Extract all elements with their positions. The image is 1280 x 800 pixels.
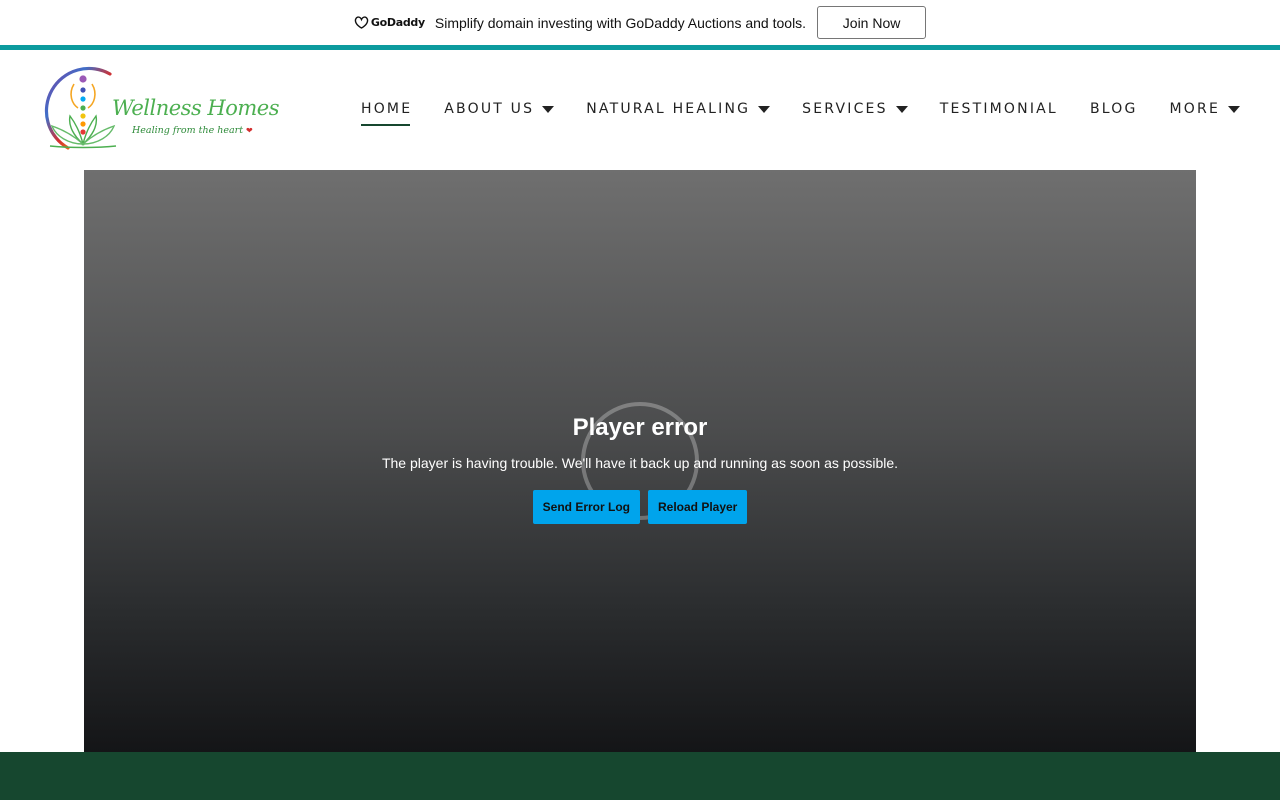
player-error-actions: Send Error Log Reload Player xyxy=(84,490,1196,524)
nav-item-label: MORE xyxy=(1169,101,1220,117)
caret-down-icon xyxy=(895,105,908,113)
logo-tagline-text: Healing from the heart xyxy=(132,125,244,136)
nav-item-label: HOME xyxy=(360,101,413,117)
main-nav: HOME ABOUT US NATURAL HEALING SERVICES T… xyxy=(360,97,1240,126)
nav-item-blog[interactable]: BLOG xyxy=(1090,101,1138,117)
promo-banner: GoDaddy Simplify domain investing with G… xyxy=(0,0,1280,45)
player-error-title: Player error xyxy=(572,414,708,441)
nav-item-natural-healing[interactable]: NATURAL HEALING xyxy=(586,101,771,117)
site-header: Wellness Homes Healing from the heart ❤ … xyxy=(0,50,1280,170)
nav-item-home[interactable]: HOME xyxy=(360,101,413,126)
send-error-log-button[interactable]: Send Error Log xyxy=(532,490,640,524)
nav-item-more[interactable]: MORE xyxy=(1170,101,1240,117)
nav-item-services[interactable]: SERVICES xyxy=(802,101,908,117)
nav-item-label: SERVICES xyxy=(802,101,888,117)
join-now-button[interactable]: Join Now xyxy=(817,6,927,39)
section-band xyxy=(0,752,1280,800)
nav-item-label: ABOUT US xyxy=(444,101,535,117)
logo-tagline: Healing from the heart ❤ xyxy=(132,125,253,136)
caret-down-icon xyxy=(542,105,555,113)
nav-item-label: TESTIMONIAL xyxy=(939,101,1058,117)
video-player[interactable]: Player error The player is having troubl… xyxy=(84,170,1196,752)
logo-wordmark: Wellness Homes xyxy=(112,96,280,120)
godaddy-wordmark: GoDaddy xyxy=(370,16,425,29)
promo-text: Simplify domain investing with GoDaddy A… xyxy=(434,14,807,31)
nav-item-testimonial[interactable]: TESTIMONIAL xyxy=(940,101,1058,117)
nav-item-label: NATURAL HEALING xyxy=(586,101,751,117)
reload-player-button[interactable]: Reload Player xyxy=(647,490,748,524)
caret-down-icon xyxy=(758,105,771,113)
godaddy-logo[interactable]: GoDaddy xyxy=(354,16,425,29)
player-error-message: The player is having trouble. We'll have… xyxy=(381,455,899,471)
heart-icon: ❤ xyxy=(246,126,253,135)
promo-content: GoDaddy Simplify domain investing with G… xyxy=(354,6,927,39)
nav-item-about-us[interactable]: ABOUT US xyxy=(444,101,555,117)
caret-down-icon xyxy=(1228,105,1240,113)
site-logo[interactable]: Wellness Homes Healing from the heart ❤ xyxy=(38,64,280,154)
nav-item-label: BLOG xyxy=(1089,101,1138,117)
godaddy-icon xyxy=(354,16,369,29)
